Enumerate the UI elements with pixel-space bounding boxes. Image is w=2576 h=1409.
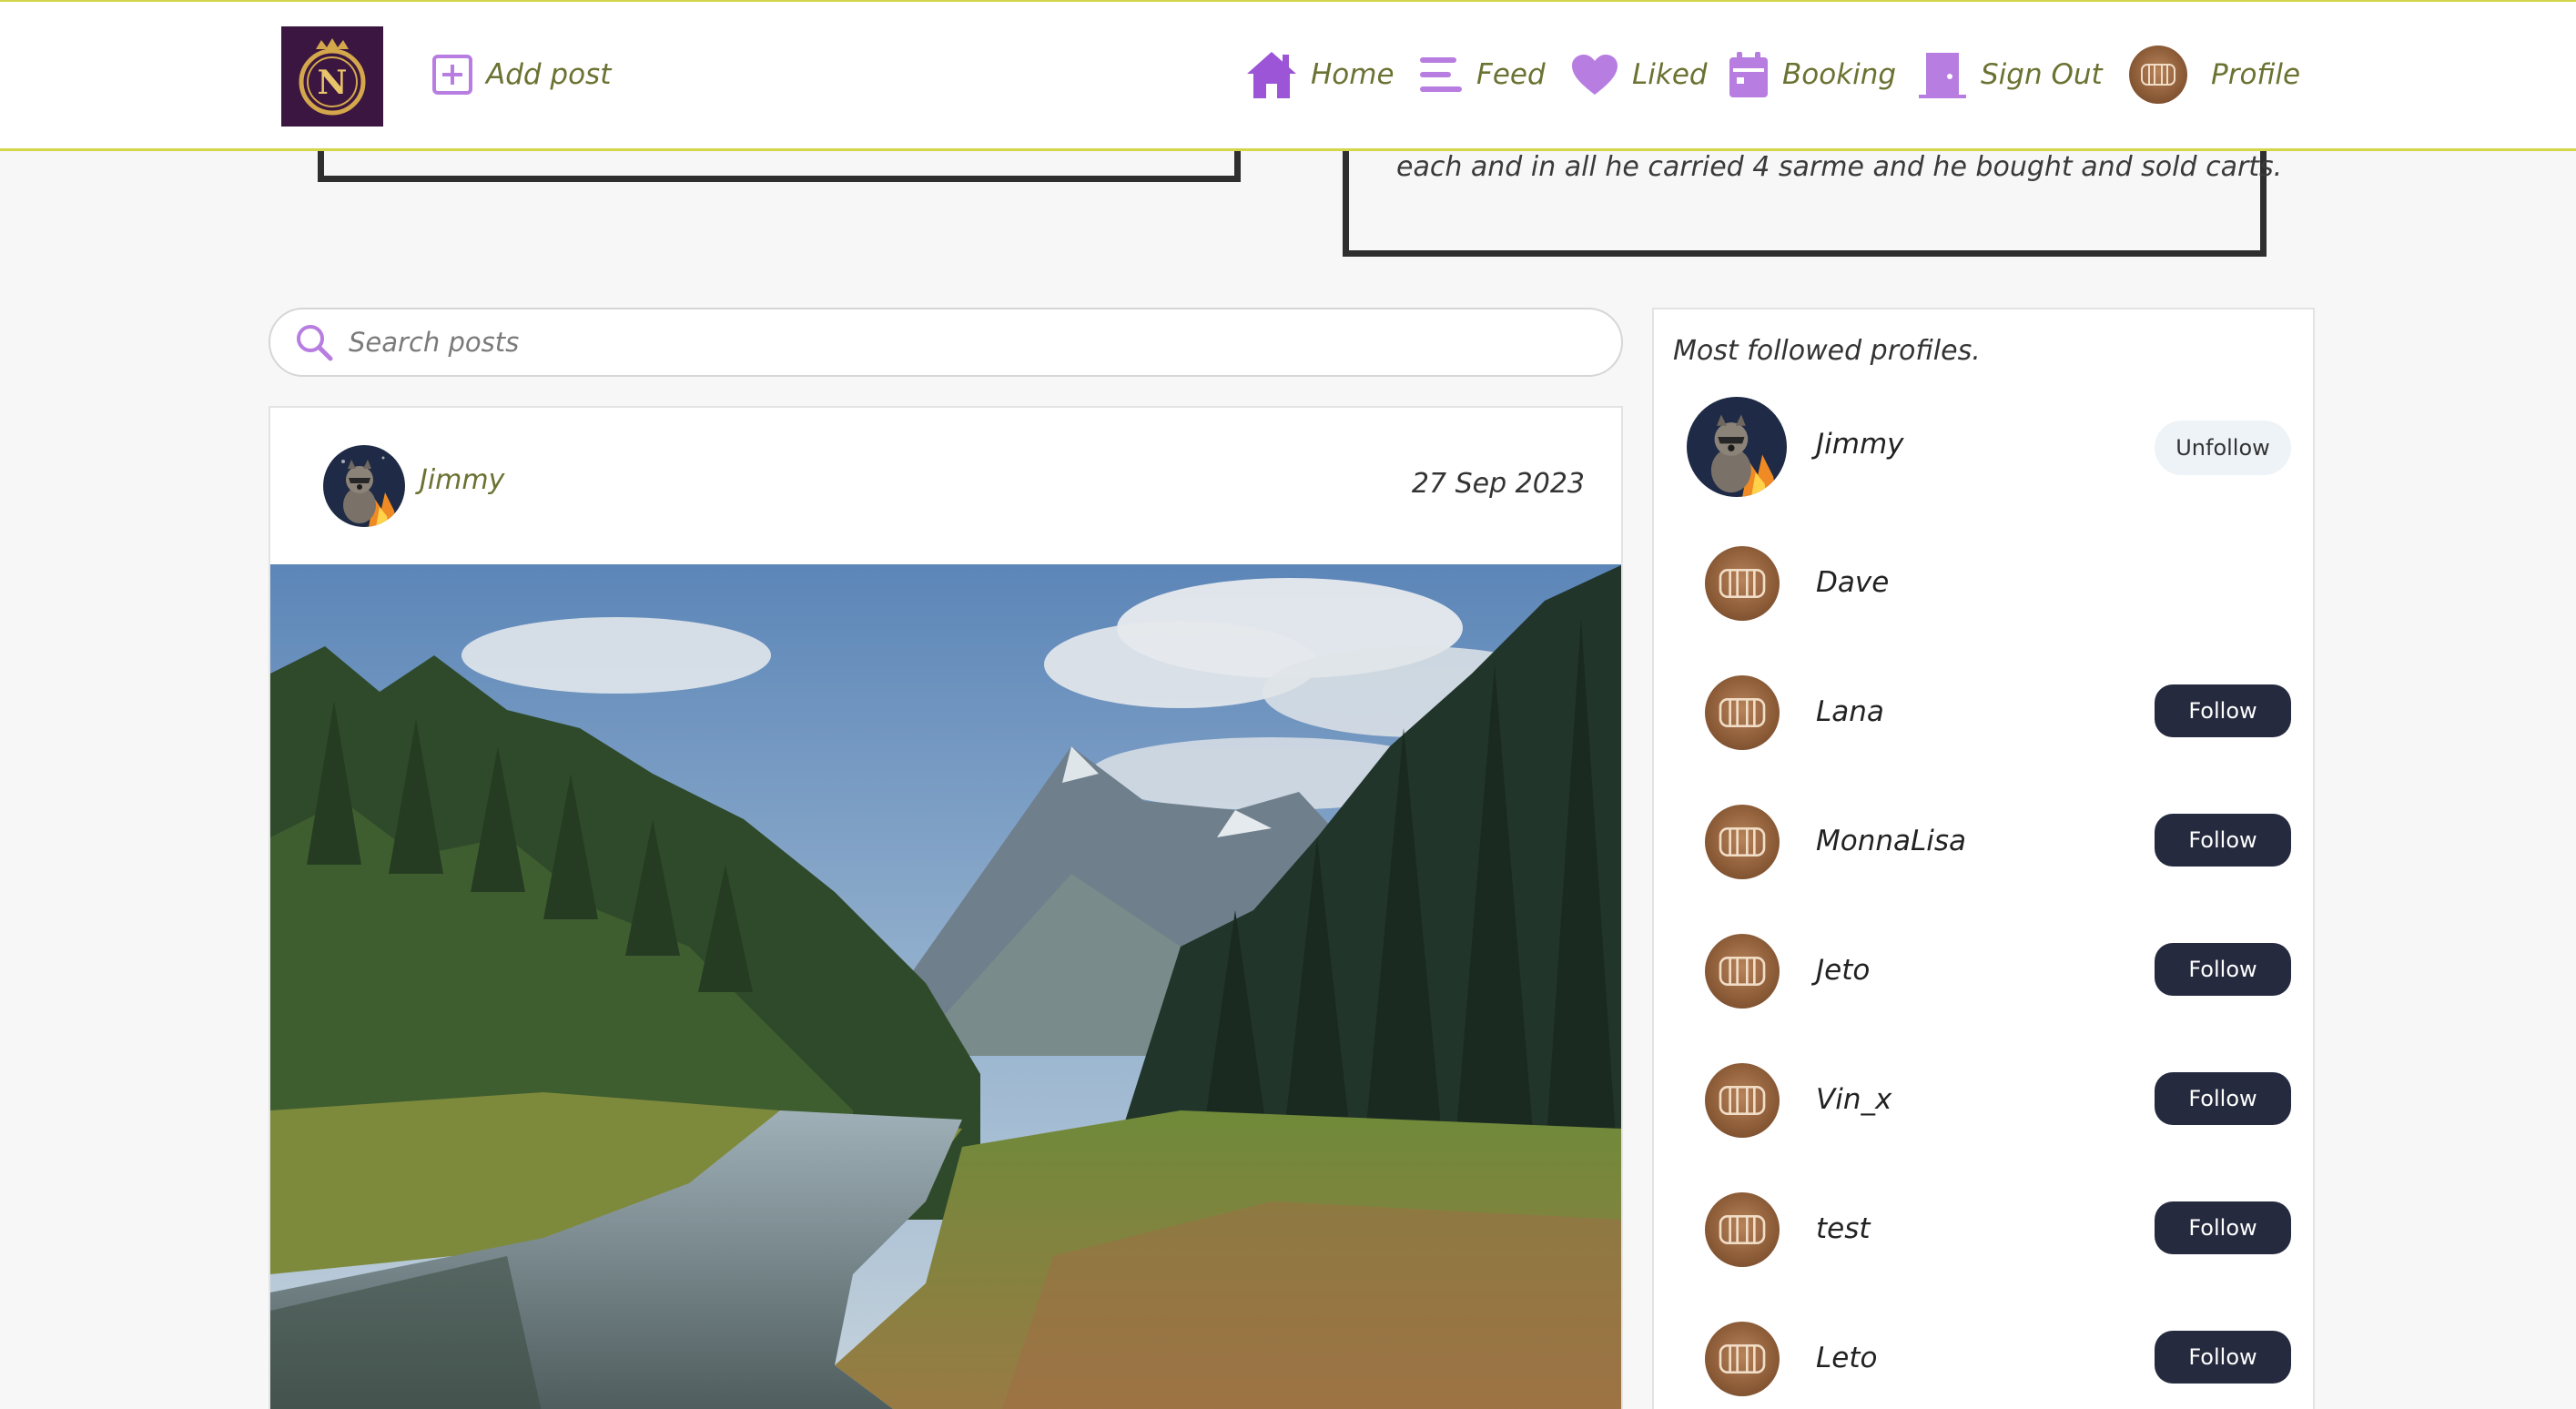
- profile-name[interactable]: MonnaLisa: [1816, 825, 1966, 857]
- home-icon: [1247, 52, 1296, 98]
- raccoon-avatar-icon: [323, 445, 405, 527]
- calendar-icon: [1729, 52, 1768, 97]
- post-header: Jimmy 27 Sep 2023: [270, 408, 1621, 564]
- profile-row-leto: Leto Follow: [1654, 1314, 2313, 1409]
- nav-sign-out-label: Sign Out: [1981, 58, 2103, 91]
- most-followed-sidebar: Most followed profiles. Jimmy Unfollow D…: [1652, 308, 2315, 1409]
- post-author[interactable]: Jimmy: [420, 464, 504, 496]
- nav-home[interactable]: Home: [1245, 47, 1394, 102]
- door-icon: [1919, 53, 1966, 98]
- add-post-button[interactable]: Add post: [431, 47, 611, 102]
- nav-feed[interactable]: Feed: [1418, 47, 1546, 102]
- post-card: Jimmy 27 Sep 2023: [269, 406, 1623, 1409]
- profile-avatar-lana[interactable]: [1705, 675, 1780, 750]
- follow-button[interactable]: Follow: [2155, 814, 2291, 867]
- nav-liked[interactable]: Liked: [1570, 47, 1708, 102]
- author-avatar[interactable]: [323, 445, 405, 527]
- navbar: N Add post Home Feed Liked Booking Sign …: [0, 0, 2576, 151]
- search-bar[interactable]: [269, 308, 1623, 377]
- profile-row-monnalisa: MonnaLisa Follow: [1654, 797, 2313, 907]
- nav-booking-label: Booking: [1782, 58, 1897, 91]
- barrel-icon: [1719, 569, 1766, 598]
- profile-avatar-jeto[interactable]: [1705, 934, 1780, 1009]
- profile-avatar-vin-x[interactable]: [1705, 1063, 1780, 1138]
- follow-button[interactable]: Follow: [2155, 1331, 2291, 1384]
- profile-avatar-jimmy[interactable]: [1687, 397, 1787, 497]
- nav-profile-label: Profile: [2211, 58, 2301, 91]
- barrel-icon: [1719, 1215, 1766, 1244]
- follow-button[interactable]: Follow: [2155, 1201, 2291, 1254]
- profile-name[interactable]: test: [1816, 1212, 1871, 1245]
- profile-name[interactable]: Leto: [1816, 1342, 1877, 1374]
- follow-button[interactable]: Follow: [2155, 1072, 2291, 1125]
- profile-row-dave: Dave: [1654, 539, 2313, 648]
- nav-feed-label: Feed: [1476, 58, 1546, 91]
- feed-icon: [1420, 57, 1462, 92]
- profile-avatar-monnalisa[interactable]: [1705, 805, 1780, 879]
- profile-avatar-leto[interactable]: [1705, 1322, 1780, 1396]
- profile-row-lana: Lana Follow: [1654, 668, 2313, 777]
- svg-text:N: N: [318, 64, 348, 102]
- profile-avatar-test[interactable]: [1705, 1192, 1780, 1267]
- profile-name[interactable]: Lana: [1816, 695, 1884, 728]
- profile-row-test: test Follow: [1654, 1185, 2313, 1294]
- nav-liked-label: Liked: [1632, 58, 1708, 91]
- nav-sign-out[interactable]: Sign Out: [1917, 47, 2103, 102]
- logo[interactable]: N: [281, 26, 383, 127]
- barrel-icon: [2141, 64, 2175, 86]
- previous-post-snippet: each and in all he carried 4 sarme and h…: [1396, 151, 2283, 183]
- profile-name[interactable]: Jeto: [1816, 954, 1870, 987]
- profile-name[interactable]: Dave: [1816, 566, 1889, 599]
- profile-name[interactable]: Vin_x: [1816, 1083, 1891, 1116]
- post-image[interactable]: [270, 564, 1623, 1409]
- add-post-label: Add post: [486, 58, 612, 91]
- heart-icon: [1572, 55, 1618, 95]
- search-icon: [297, 325, 333, 361]
- follow-button[interactable]: Follow: [2155, 684, 2291, 737]
- crown-n-logo-icon: N: [299, 38, 366, 116]
- profile-avatar: [2129, 46, 2187, 104]
- sidebar-title: Most followed profiles.: [1673, 335, 1981, 367]
- barrel-icon: [1719, 1086, 1766, 1115]
- nav-profile[interactable]: Profile: [2129, 46, 2301, 104]
- raccoon-avatar-icon: [1687, 397, 1787, 497]
- profile-row-jimmy: Jimmy Unfollow: [1654, 397, 2313, 510]
- barrel-icon: [1719, 698, 1766, 727]
- profile-name[interactable]: Jimmy: [1816, 428, 1904, 461]
- post-date: 27 Sep 2023: [1411, 468, 1585, 500]
- nav-home-label: Home: [1311, 58, 1394, 91]
- barrel-icon: [1719, 1344, 1766, 1374]
- follow-button[interactable]: Follow: [2155, 943, 2291, 996]
- search-input[interactable]: [349, 327, 1532, 358]
- profile-row-vin-x: Vin_x Follow: [1654, 1056, 2313, 1165]
- profile-row-jeto: Jeto Follow: [1654, 927, 2313, 1036]
- barrel-icon: [1719, 957, 1766, 986]
- profile-avatar-dave[interactable]: [1705, 546, 1780, 621]
- plus-square-icon: [432, 55, 472, 95]
- barrel-icon: [1719, 827, 1766, 857]
- unfollow-button[interactable]: Unfollow: [2155, 421, 2291, 475]
- nav-booking[interactable]: Booking: [1728, 47, 1896, 102]
